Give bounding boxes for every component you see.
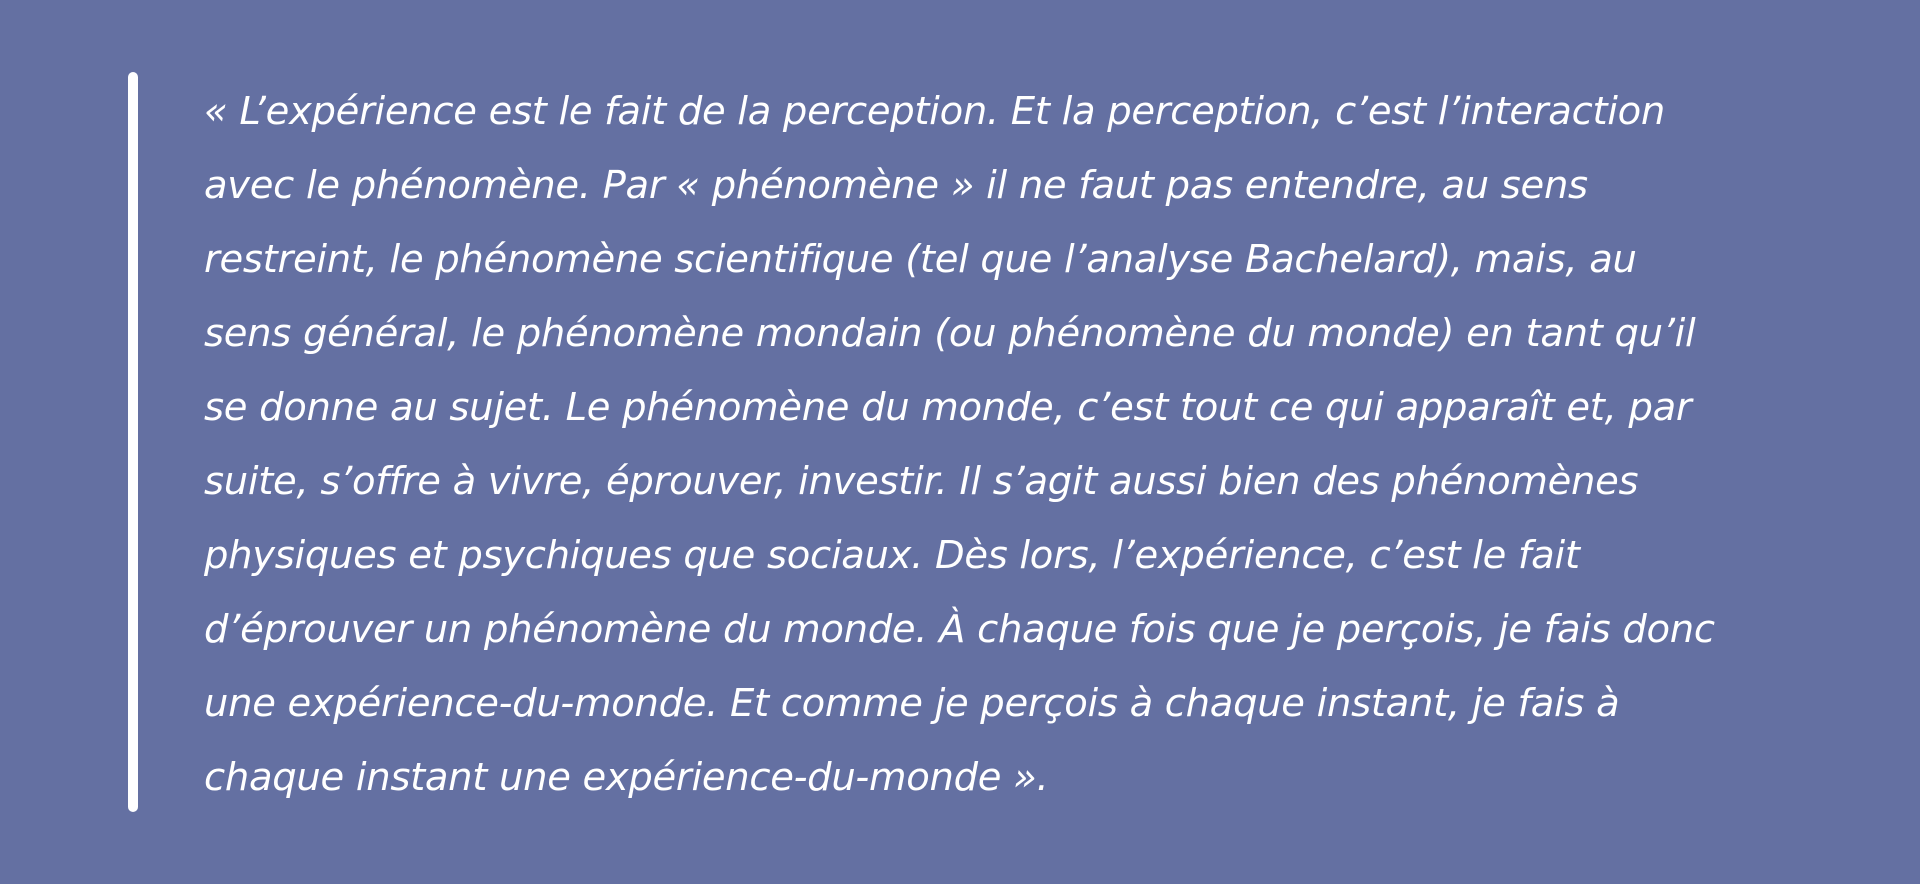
quote-line: suite, s’offre à vivre, éprouver, invest… [204,459,1639,504]
quote-text: « L’expérience est le fait de la percept… [204,75,1788,815]
quote-line: physiques et psychiques que sociaux. Dès… [204,533,1580,578]
quote-line: « L’expérience est le fait de la percept… [204,89,1665,134]
quote-line: sens général, le phénomène mondain (ou p… [204,311,1696,356]
blockquote: « L’expérience est le fait de la percept… [128,72,1788,812]
quote-line: se donne au sujet. Le phénomène du monde… [204,385,1692,430]
quote-bar [128,72,138,812]
quote-line: avec le phénomène. Par « phénomène » il … [204,163,1588,208]
quote-line: chaque instant une expérience-du-monde »… [204,755,1049,800]
quote-line: d’éprouver un phénomène du monde. À chaq… [204,607,1715,652]
quote-line: une expérience-du-monde. Et comme je per… [204,681,1620,726]
quote-line: restreint, le phénomène scientifique (te… [204,237,1637,282]
